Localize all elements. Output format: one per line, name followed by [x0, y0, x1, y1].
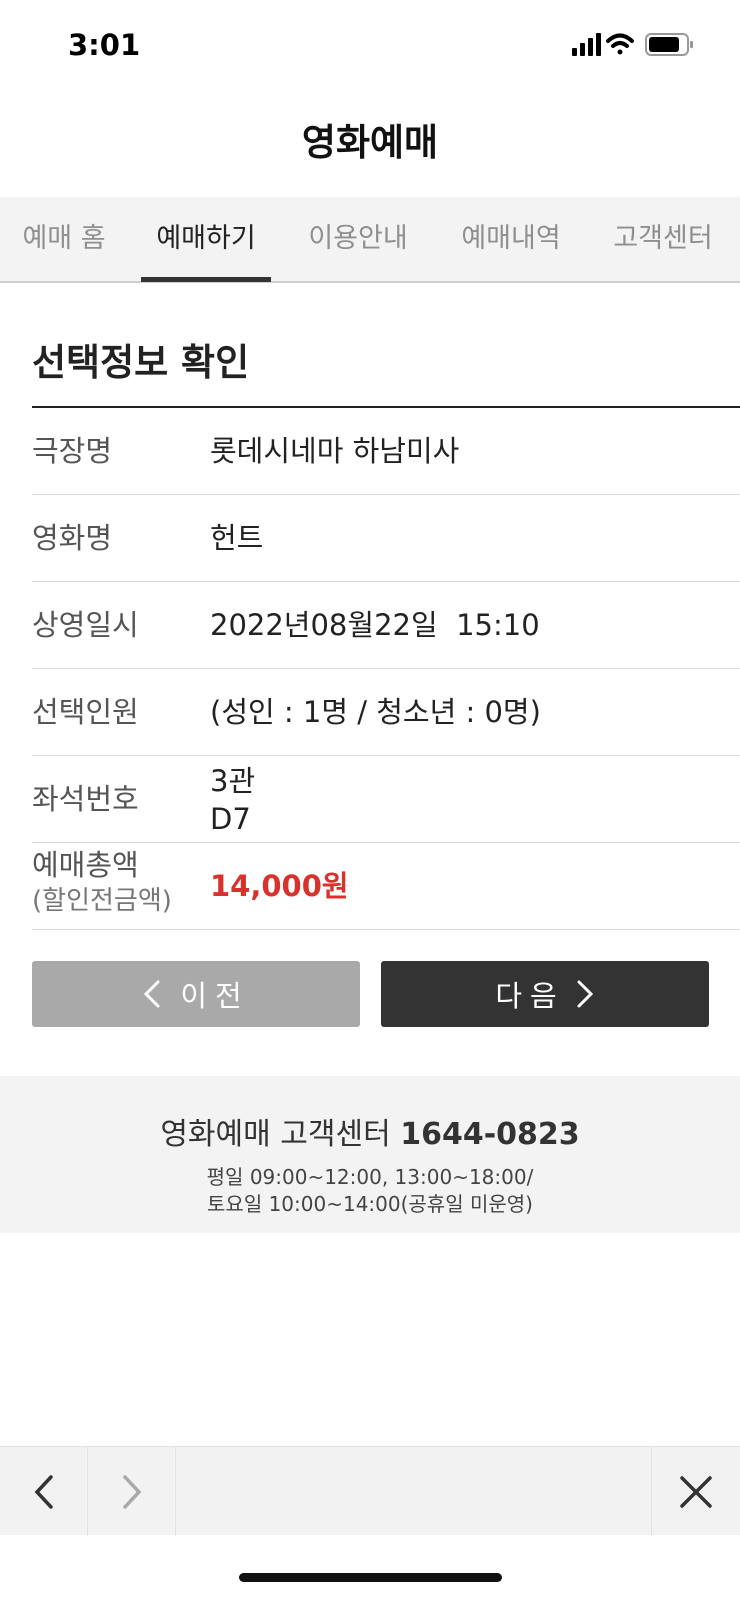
- info-row-showtime: 상영일시 2022년08월22일 15:10: [32, 582, 740, 669]
- info-row-total: 예매총액 (할인전금액) 14,000원: [32, 843, 740, 930]
- signal-icon: [572, 33, 601, 56]
- section-title: 선택정보 확인: [32, 341, 250, 384]
- next-button-label: 다음: [495, 979, 565, 1013]
- chevron-right-icon: [122, 1474, 141, 1509]
- theater-value: 롯데시네마 하남미사: [210, 434, 460, 468]
- tab-guide[interactable]: 이용안내: [293, 197, 423, 283]
- movie-value: 헌트: [210, 521, 264, 555]
- chevron-left-icon: [34, 1474, 53, 1509]
- people-value: (성인 : 1명 / 청소년 : 0명): [210, 695, 541, 729]
- browser-forward-button[interactable]: [88, 1447, 176, 1536]
- prev-button-label: 이전: [180, 979, 250, 1013]
- customer-center-label: 영화예매 고객센터: [160, 1117, 391, 1152]
- prev-button[interactable]: 이전: [32, 961, 360, 1027]
- customer-center-info: 영화예매 고객센터 1644-0823 평일 09:00~12:00, 13:0…: [0, 1076, 740, 1233]
- theater-label: 극장명: [32, 434, 113, 468]
- browser-close-button[interactable]: [651, 1447, 740, 1536]
- showtime-value: 2022년08월22일 15:10: [210, 608, 540, 642]
- tab-book[interactable]: 예매하기: [141, 197, 271, 283]
- browser-back-button[interactable]: [0, 1447, 88, 1536]
- battery-icon: [645, 33, 693, 56]
- chevron-left-icon: [144, 980, 160, 1008]
- status-icons: [572, 33, 693, 56]
- status-bar: 3:01: [0, 0, 740, 95]
- total-label: 예매총액: [32, 848, 139, 882]
- people-label: 선택인원: [32, 695, 139, 729]
- chevron-right-icon: [577, 980, 593, 1008]
- tab-booking-home[interactable]: 예매 홈: [0, 197, 128, 283]
- customer-center-phone[interactable]: 1644-0823: [400, 1117, 579, 1152]
- info-row-people: 선택인원 (성인 : 1명 / 청소년 : 0명): [32, 669, 740, 756]
- active-tab-indicator: [141, 277, 271, 282]
- total-sublabel: (할인전금액): [32, 886, 172, 916]
- page-title: 영화예매: [301, 121, 439, 164]
- close-icon: [680, 1475, 712, 1508]
- status-time: 3:01: [68, 28, 141, 62]
- tab-bar: 예매 홈 예매하기 이용안내 예매내역 고객센터: [0, 197, 740, 283]
- browser-toolbar: [0, 1446, 740, 1536]
- seat-hall: 3관: [210, 764, 256, 798]
- info-row-theater: 극장명 롯데시네마 하남미사: [32, 408, 740, 495]
- movie-label: 영화명: [32, 521, 113, 555]
- saturday-hours: 토요일 10:00~14:00(공휴일 미운영): [207, 1192, 533, 1216]
- info-row-movie: 영화명 헌트: [32, 495, 740, 582]
- tab-history[interactable]: 예매내역: [446, 197, 576, 283]
- total-label-group: 예매총액 (할인전금액): [32, 847, 172, 933]
- weekday-hours: 평일 09:00~12:00, 13:00~18:00/: [206, 1165, 534, 1189]
- showtime-label: 상영일시: [32, 608, 139, 642]
- info-row-seat: 좌석번호 3관 D7: [32, 756, 740, 843]
- seat-number: D7: [210, 802, 251, 836]
- next-button[interactable]: 다음: [381, 961, 709, 1027]
- seat-value: 3관 D7: [210, 756, 255, 842]
- total-price: 14,000원: [210, 869, 349, 903]
- tab-customer-center[interactable]: 고객센터: [598, 197, 728, 283]
- home-indicator[interactable]: [239, 1573, 502, 1582]
- wifi-icon: [606, 33, 634, 55]
- seat-label: 좌석번호: [32, 782, 139, 816]
- customer-center-title: 영화예매 고객센터 1644-0823: [0, 1109, 740, 1153]
